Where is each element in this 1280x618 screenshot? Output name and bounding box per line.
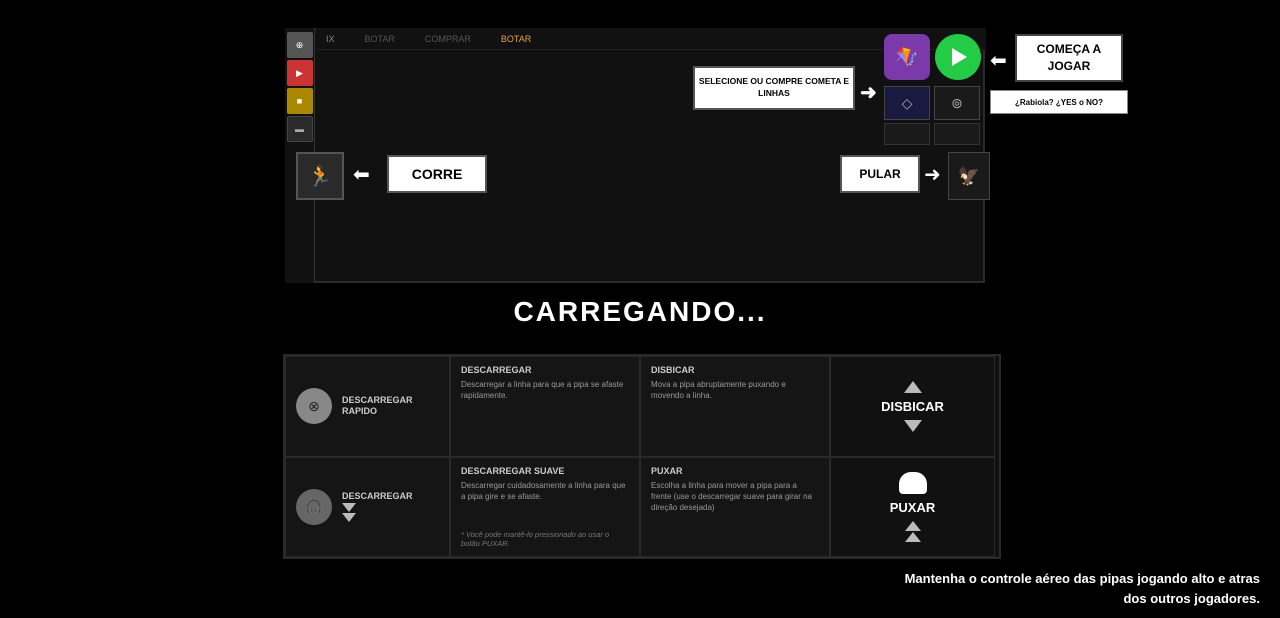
chevron-up-icon [904, 381, 922, 393]
ctrl-note: * Você pode mantê-lo pressionado ao usar… [461, 530, 629, 548]
footer-line1: Mantenha o controle aéreo das pipas joga… [905, 569, 1260, 589]
ctrl-fast-unload: ⊗ DESCARREGAR RAPIDO [285, 356, 450, 457]
double-chevron-up-icon [905, 521, 921, 542]
sidebar-icon-yellow[interactable]: ■ [287, 88, 313, 114]
play-triangle-icon [952, 48, 967, 66]
cloud-icon [899, 472, 927, 494]
pular-box: PULAR [840, 155, 920, 193]
purple-icon[interactable]: 🪁 [884, 34, 930, 80]
topbar-item-botar1: BOTAR [365, 34, 395, 44]
ctrl-disbicar-desc: Mova a pipa abruptamente puxando e moven… [651, 379, 819, 401]
rabiola-box[interactable]: ¿Rabiola? ¿YES o NO? [990, 90, 1128, 114]
ctrl-suave-tooltip: DESCARREGAR SUAVE Descarregar cuidadosam… [450, 457, 640, 558]
kite-symbol-1: ◇ [902, 95, 913, 112]
footer-text: Mantenha o controle aéreo das pipas joga… [905, 569, 1260, 608]
ctrl-disbicar-title: DISBICAR [651, 365, 819, 375]
topbar-item-ix: IX [326, 34, 335, 44]
jump-char-icon: 🦅 [958, 166, 980, 187]
chevron-down-icon [904, 420, 922, 432]
ctrl-fast-unload-label: DESCARREGAR RAPIDO [342, 395, 439, 418]
ctrl-slow-unload-label: DESCARREGAR [342, 491, 413, 501]
select-cometa-label: SELECIONE OU COMPRE COMETA E LINHAS [695, 76, 853, 100]
ctrl-descarregar-tooltip: DESCARREGAR Descarregar a linha para que… [450, 356, 640, 457]
sidebar-icon-dark[interactable]: ▬ [287, 116, 313, 142]
pular-label: PULAR [859, 167, 900, 181]
ctrl-puxar-title: PUXAR [651, 466, 819, 476]
arrow-right-pular: ➜ [924, 162, 941, 187]
footer-line2: dos outros jogadores. [905, 589, 1260, 609]
ctrl-suave-title: DESCARREGAR SUAVE [461, 466, 629, 476]
arrow-left-corre: ⬅ [353, 162, 370, 187]
start-button[interactable]: COMEÇA A JOGAR [1015, 34, 1123, 82]
headset-icon: 🎧 [305, 498, 322, 515]
ctrl-puxar-right: PUXAR [830, 457, 995, 558]
corre-box: CORRE [387, 155, 487, 193]
play-button[interactable] [935, 34, 981, 80]
bottom-icon-1 [884, 123, 930, 145]
ctrl-puxar-label: PUXAR [890, 500, 936, 515]
character-icon: 🏃 [308, 164, 333, 189]
ctrl-disbicar-label: DISBICAR [881, 399, 944, 414]
purple-icon-symbol: 🪁 [896, 47, 918, 68]
ctrl-descarregar-desc: Descarregar a linha para que a pipa se a… [461, 379, 629, 401]
jump-char-box: 🦅 [948, 152, 990, 200]
topbar-item-botar2: BOTAR [501, 34, 531, 44]
ctrl-slow-unload-icon: 🎧 [296, 489, 332, 525]
spool-symbol: ⊚ [951, 95, 963, 112]
spool-icon-1: ⊚ [934, 86, 980, 120]
sidebar-icon-top[interactable]: ⊕ [287, 32, 313, 58]
sidebar-icon-orange[interactable]: ▶ [287, 60, 313, 86]
ctrl-disbicar-right: DISBICAR [830, 356, 995, 457]
select-cometa-box[interactable]: SELECIONE OU COMPRE COMETA E LINHAS [693, 66, 855, 110]
arrow-left-play: ⬅ [990, 48, 1007, 73]
ctrl-puxar-tooltip: PUXAR Escolha a linha para mover a pipa … [640, 457, 830, 558]
topbar-item-comprar: COMPRAR [425, 34, 471, 44]
ctrl-slow-label-group: DESCARREGAR [342, 491, 413, 522]
spool-icon-ctrl: ⊗ [308, 398, 320, 415]
ctrl-fast-unload-icon: ⊗ [296, 388, 332, 424]
ctrl-descarregar-title: DESCARREGAR [461, 365, 629, 375]
bottom-icon-2 [934, 123, 980, 145]
carregando-text: CARREGANDO... [0, 296, 1280, 328]
ctrl-disbicar-tooltip: DISBICAR Mova a pipa abruptamente puxand… [640, 356, 830, 457]
double-chevron-down-icon [342, 503, 413, 522]
rabiola-label: ¿Rabiola? ¿YES o NO? [1015, 98, 1103, 107]
ctrl-suave-desc: Descarregar cuidadosamente a linha para … [461, 480, 629, 502]
ctrl-puxar-desc: Escolha a linha para mover a pipa para a… [651, 480, 819, 514]
kite-icon-1: ◇ [884, 86, 930, 120]
start-button-label: COMEÇA A JOGAR [1017, 41, 1121, 75]
corre-label: CORRE [412, 166, 463, 182]
arrow-right-select: ➜ [860, 80, 877, 105]
controls-panel: ⊗ DESCARREGAR RAPIDO DESCARREGAR Descarr… [283, 354, 1001, 559]
ctrl-slow-unload: 🎧 DESCARREGAR [285, 457, 450, 558]
character-box: 🏃 [296, 152, 344, 200]
